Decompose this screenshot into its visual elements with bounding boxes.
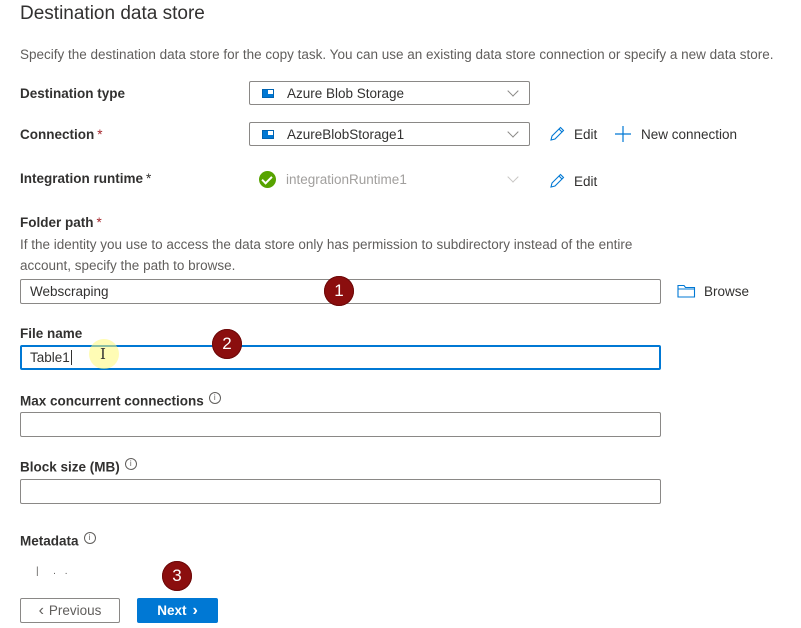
- chevron-down-icon: [507, 84, 519, 97]
- file-name-value: Table1: [30, 350, 70, 365]
- folder-path-value: Webscraping: [30, 284, 109, 299]
- folder-path-label-text: Folder path: [20, 215, 94, 230]
- blob-storage-icon: [262, 129, 274, 139]
- destination-type-value: Azure Blob Storage: [287, 85, 405, 101]
- folder-path-help-line1: If the identity you use to access the da…: [20, 237, 633, 252]
- chevron-down-icon: [507, 125, 519, 138]
- connection-label-text: Connection: [20, 127, 95, 142]
- pencil-icon: [550, 126, 565, 141]
- max-concurrent-connections-input[interactable]: [20, 412, 661, 437]
- folder-icon: [677, 284, 696, 298]
- max-concurrent-connections-label-text: Max concurrent connections: [20, 393, 204, 409]
- destination-type-dropdown[interactable]: Azure Blob Storage: [249, 81, 530, 105]
- connection-edit-label: Edit: [574, 126, 598, 142]
- block-size-input[interactable]: [20, 479, 661, 504]
- integration-runtime-label-text: Integration runtime: [20, 171, 144, 186]
- plus-icon: [615, 126, 631, 142]
- browse-label: Browse: [704, 283, 750, 299]
- pencil-icon: [550, 173, 565, 188]
- check-circle-icon: [259, 170, 276, 188]
- info-icon[interactable]: i: [208, 392, 221, 404]
- metadata-partial-content: | . .: [36, 566, 71, 577]
- metadata-label: Metadata i: [20, 532, 96, 549]
- destination-type-label-text: Destination type: [20, 86, 126, 101]
- integration-runtime-edit-label: Edit: [574, 173, 598, 189]
- file-name-label: File name: [20, 326, 82, 341]
- annotation-badge-2: 2: [212, 329, 242, 359]
- destination-type-label: Destination type: [20, 86, 125, 101]
- integration-runtime-value: integrationRuntime1: [286, 171, 407, 187]
- new-connection-label: New connection: [641, 126, 738, 142]
- connection-value: AzureBlobStorage1: [287, 126, 405, 142]
- page-description: Specify the destination data store for t…: [20, 47, 774, 62]
- required-mark: *: [96, 215, 102, 230]
- file-name-label-text: File name: [20, 326, 83, 341]
- page-title: Destination data store: [20, 3, 205, 24]
- folder-path-label: Folder path *: [20, 215, 102, 230]
- connection-edit-button[interactable]: Edit: [548, 125, 597, 143]
- required-mark: *: [97, 127, 103, 142]
- folder-path-help: If the identity you use to access the da…: [20, 234, 632, 276]
- blob-storage-icon: [262, 88, 274, 98]
- text-caret: [70, 350, 72, 365]
- previous-button[interactable]: ‹ Previous: [20, 598, 120, 623]
- integration-runtime-edit-button[interactable]: Edit: [548, 172, 597, 190]
- metadata-label-text: Metadata: [20, 533, 79, 549]
- connection-dropdown[interactable]: AzureBlobStorage1: [249, 122, 530, 146]
- max-concurrent-connections-label: Max concurrent connections i: [20, 392, 221, 409]
- info-icon[interactable]: i: [83, 532, 96, 544]
- next-button[interactable]: Next ›: [137, 598, 218, 623]
- ibeam-cursor-icon: I: [100, 345, 106, 363]
- folder-path-help-line2: account, specify the path to browse.: [20, 258, 236, 273]
- required-mark: *: [146, 171, 152, 186]
- integration-runtime-dropdown[interactable]: integrationRuntime1: [249, 167, 530, 191]
- info-icon[interactable]: i: [124, 458, 137, 470]
- annotation-badge-1: 1: [324, 276, 354, 306]
- connection-label: Connection *: [20, 127, 103, 142]
- new-connection-button[interactable]: New connection: [614, 125, 737, 143]
- next-label: Next: [157, 603, 187, 618]
- chevron-left-icon: ‹: [38, 601, 44, 619]
- chevron-right-icon: ›: [192, 601, 198, 619]
- chevron-down-icon: [507, 170, 519, 183]
- browse-button[interactable]: Browse: [677, 283, 749, 299]
- previous-label: Previous: [48, 603, 102, 618]
- integration-runtime-label: Integration runtime *: [20, 171, 151, 186]
- block-size-label: Block size (MB) i: [20, 458, 137, 475]
- block-size-label-text: Block size (MB): [20, 459, 120, 475]
- annotation-badge-3: 3: [162, 561, 192, 591]
